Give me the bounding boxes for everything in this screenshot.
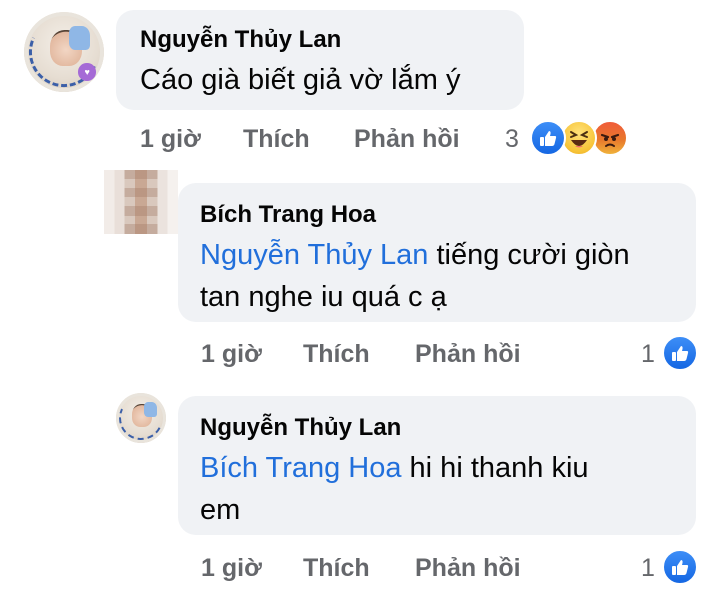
avatar-nguyen-thuy-lan[interactable] <box>116 393 166 443</box>
comment-author[interactable]: Nguyễn Thủy Lan <box>200 414 401 442</box>
mention-link[interactable]: Nguyễn Thủy Lan <box>200 239 428 271</box>
reply-button[interactable]: Phản hồi <box>415 554 521 583</box>
avatar-hat <box>144 402 157 417</box>
comment-time[interactable]: 1 giờ <box>201 340 262 369</box>
like-reaction-icon[interactable] <box>662 549 698 585</box>
comment-text-line-1: Bích Trang Hoa hi hi thanh kiu <box>200 446 589 490</box>
like-reaction-icon[interactable] <box>662 335 698 371</box>
reply-button[interactable]: Phản hồi <box>415 340 521 369</box>
avatar-hat <box>68 26 90 51</box>
comment-text: tiếng cười giòn <box>428 239 630 271</box>
angry-reaction-icon[interactable] <box>592 120 628 156</box>
mention-link[interactable]: Bích Trang Hoa <box>200 452 402 484</box>
comment-text-line-2: tan nghe iu quá c ạ <box>200 281 447 313</box>
comment-text-line-1: Nguyễn Thủy Lan tiếng cười giòn <box>200 233 630 277</box>
reaction-count[interactable]: 1 <box>641 554 655 583</box>
heart-icon: ♥ <box>78 63 96 81</box>
comment-author[interactable]: Nguyễn Thủy Lan <box>140 26 341 54</box>
comment-text: Cáo già biết giả vờ lắm ý <box>140 64 461 96</box>
comment-bubble: Nguyễn Thủy Lan Bích Trang Hoa hi hi tha… <box>178 396 696 535</box>
avatar-bich-trang-hoa[interactable] <box>104 170 178 234</box>
like-reaction-icon[interactable] <box>530 120 566 156</box>
reply-button[interactable]: Phản hồi <box>354 125 460 154</box>
like-button[interactable]: Thích <box>303 340 370 369</box>
like-button[interactable]: Thích <box>303 554 370 583</box>
comment-text: hi hi thanh kiu <box>401 452 589 484</box>
reaction-count[interactable]: 1 <box>641 340 655 369</box>
comment-author[interactable]: Bích Trang Hoa <box>200 201 376 229</box>
comment-time[interactable]: 1 giờ <box>140 125 201 154</box>
comment-bubble: Bích Trang Hoa Nguyễn Thủy Lan tiếng cườ… <box>178 183 696 322</box>
haha-reaction-icon[interactable] <box>561 120 597 156</box>
comment-text-line-2: em <box>200 494 241 526</box>
like-button[interactable]: Thích <box>243 125 310 154</box>
avatar-nguyen-thuy-lan[interactable]: ♥ <box>24 12 104 92</box>
reaction-count[interactable]: 3 <box>505 125 519 154</box>
comment-bubble: Nguyễn Thủy Lan Cáo già biết giả vờ lắm … <box>116 10 524 110</box>
comment-time[interactable]: 1 giờ <box>201 554 262 583</box>
